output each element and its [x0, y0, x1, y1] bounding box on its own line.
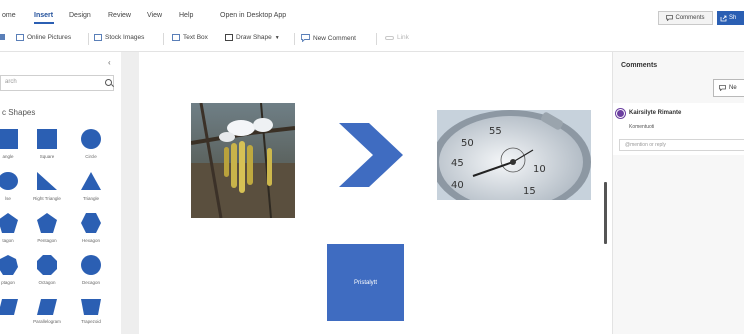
shape-pentagon-partial[interactable]: tagon [0, 212, 28, 250]
toolbar-overflow-icon[interactable] [0, 34, 5, 40]
shape-label: Pentagon [37, 238, 57, 243]
active-tab-indicator [34, 22, 54, 24]
toolbar-separator [88, 33, 89, 45]
shape-label: Decagon [81, 280, 100, 285]
tab-view[interactable]: View [147, 12, 162, 19]
svg-text:15: 15 [523, 186, 536, 197]
draw-shape-icon [225, 34, 233, 41]
svg-text:10: 10 [533, 164, 546, 175]
comment-author: Kairsilyte Rimante [629, 110, 682, 116]
toolbar-separator [376, 33, 377, 45]
text-box-icon [172, 34, 180, 41]
reply-input[interactable]: @mention or reply [619, 139, 744, 151]
shape-label: angle [2, 154, 14, 159]
shape-label: tagon [2, 238, 14, 243]
comment-icon [719, 85, 726, 91]
share-button[interactable]: Sh [717, 11, 744, 25]
shape-label: Parallelogram [33, 319, 61, 324]
link-icon [385, 35, 394, 40]
collapse-pane-icon[interactable]: ‹ [108, 58, 111, 67]
chevron-arrow-shape[interactable] [339, 123, 403, 187]
comment-icon [301, 34, 310, 42]
tab-help[interactable]: Help [179, 12, 193, 19]
comments-button-label: Comments [675, 15, 705, 21]
online-pictures-label: Online Pictures [27, 34, 72, 41]
stock-images-icon [94, 34, 102, 41]
tab-review[interactable]: Review [108, 12, 131, 19]
shape-ellipse[interactable]: lse [0, 170, 28, 208]
draw-shape-button[interactable]: Draw Shape ▼ [225, 34, 280, 41]
text-box-button[interactable]: Text Box [172, 34, 208, 41]
square-shape[interactable]: Pristalytt [327, 244, 404, 321]
avatar [616, 109, 625, 118]
comment-text: Komentuoti [629, 124, 655, 130]
shape-heptagon[interactable]: ptagon [0, 254, 28, 292]
share-icon [720, 15, 727, 21]
shape-octagon[interactable]: Octagon [27, 254, 67, 292]
stopwatch-image[interactable]: 45 50 55 10 40 15 [437, 110, 591, 200]
shape-label: Hexagon [81, 238, 100, 243]
shape-hexagon[interactable]: Hexagon [71, 212, 111, 250]
shape-label: Trapezoid [81, 319, 101, 324]
chevron-down-icon: ▼ [274, 34, 280, 41]
tab-insert[interactable]: Insert [34, 12, 53, 19]
shape-search-placeholder: arch [5, 79, 17, 85]
shape-label: ptagon [1, 280, 15, 285]
svg-text:45: 45 [451, 158, 464, 169]
share-button-label: Sh [729, 15, 737, 21]
new-comment-pane-label: Ne [729, 85, 737, 91]
shape-parallelogram-partial[interactable] [0, 298, 28, 334]
comment-icon [666, 15, 674, 21]
app-window: ome Insert Design Review View Help Open … [0, 0, 744, 334]
text-box-label: Text Box [183, 34, 208, 41]
toolbar-separator [163, 33, 164, 45]
stock-images-button[interactable]: Stock Images [94, 34, 144, 41]
tab-design[interactable]: Design [69, 12, 91, 19]
ribbon-tabs: ome Insert Design Review View Help Open … [0, 10, 744, 24]
shape-label: Square [39, 154, 55, 159]
svg-text:40: 40 [451, 180, 464, 191]
shape-label: lse [5, 196, 11, 201]
toolbar-separator [294, 33, 295, 45]
comments-button[interactable]: Comments [658, 11, 713, 25]
new-comment-button[interactable]: New Comment [301, 34, 356, 42]
shape-right-triangle[interactable]: Right Triangle [27, 170, 67, 208]
square-shape-label: Pristalytt [353, 279, 377, 286]
open-desktop-app-link[interactable]: Open in Desktop App [220, 12, 286, 19]
svg-text:50: 50 [461, 138, 474, 149]
link-button[interactable]: Link [385, 34, 409, 41]
reply-placeholder: @mention or reply [625, 142, 666, 148]
search-icon[interactable] [105, 79, 112, 86]
insert-toolbar: Online Pictures Stock Images Text Box Dr… [0, 31, 744, 47]
tab-home[interactable]: ome [2, 12, 16, 19]
shape-label: Circle [85, 154, 97, 159]
catkins-image[interactable] [191, 103, 295, 218]
shape-rectangle[interactable]: angle [0, 128, 28, 166]
shape-label: Octagon [38, 280, 56, 285]
new-comment-pane-button[interactable]: Ne [713, 79, 744, 97]
link-label: Link [397, 34, 409, 41]
shape-square[interactable]: Square [27, 128, 67, 166]
shape-label: Right Triangle [33, 196, 61, 201]
shape-decagon[interactable]: Decagon [71, 254, 111, 292]
online-pictures-button[interactable]: Online Pictures [16, 34, 71, 41]
shape-search-input[interactable]: arch [0, 75, 114, 91]
shape-parallelogram[interactable]: Parallelogram [27, 298, 67, 334]
shape-triangle[interactable]: Triangle [71, 170, 111, 208]
shape-pentagon[interactable]: Pentagon [27, 212, 67, 250]
shapes-section-title: c Shapes [2, 108, 36, 117]
draw-shape-label: Draw Shape [236, 34, 272, 41]
picture-icon [16, 34, 24, 41]
shape-circle[interactable]: Circle [71, 128, 111, 166]
comments-pane-title: Comments [621, 62, 658, 69]
shape-label: Triangle [82, 196, 100, 201]
canvas-scrollbar[interactable] [604, 182, 607, 244]
shape-trapezoid[interactable]: Trapezoid [71, 298, 111, 334]
pane-gutter [121, 52, 139, 334]
svg-text:55: 55 [489, 126, 502, 137]
new-comment-label: New Comment [313, 34, 356, 42]
stock-images-label: Stock Images [105, 34, 145, 41]
